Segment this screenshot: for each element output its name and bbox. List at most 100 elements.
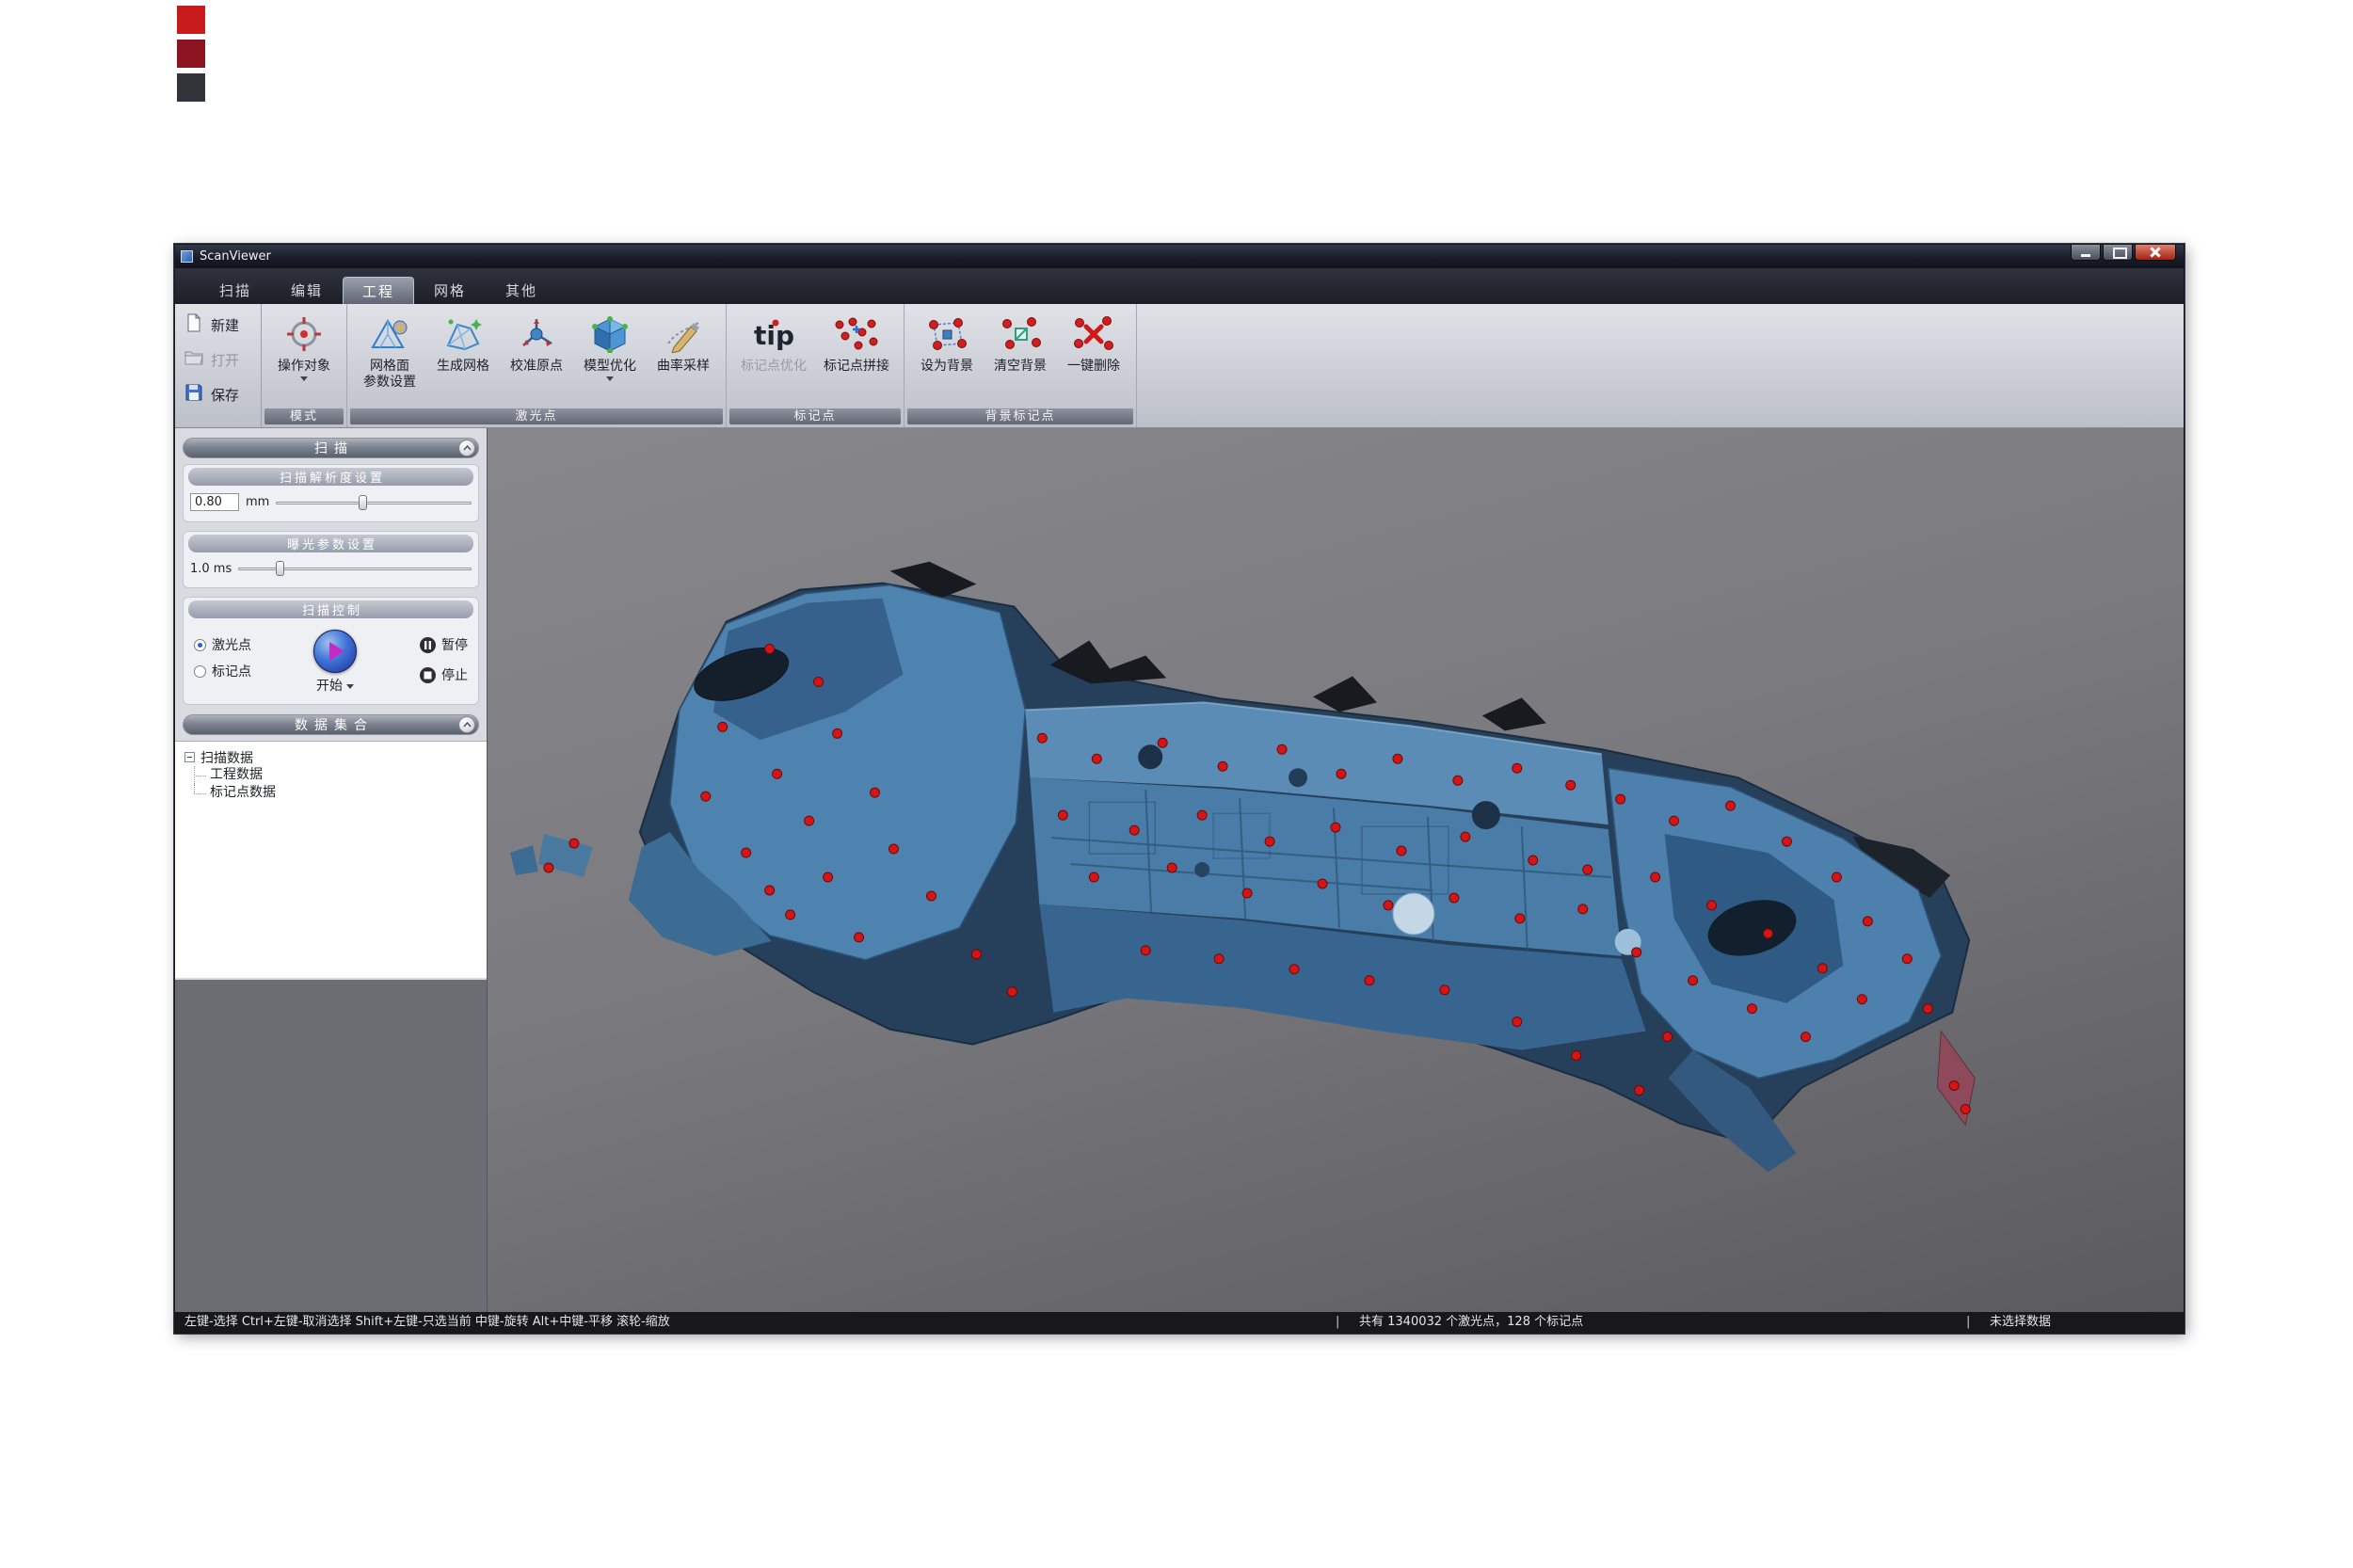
marker-stitch-button[interactable]: 标记点拼接	[815, 308, 898, 375]
tree-node-marker-data[interactable]: 标记点数据	[189, 784, 477, 802]
scan-marker-point[interactable]	[1337, 769, 1346, 778]
scan-marker-point[interactable]	[1949, 1081, 1959, 1091]
scan-marker-point[interactable]	[1214, 954, 1224, 964]
scan-marker-point[interactable]	[1007, 987, 1016, 997]
scan-marker-point[interactable]	[1707, 901, 1717, 910]
scan-marker-point[interactable]	[1863, 917, 1872, 926]
delete-markers-button[interactable]: 一键删除	[1057, 308, 1130, 375]
scan-marker-point[interactable]	[1513, 1017, 1522, 1027]
scan-marker-point[interactable]	[1158, 738, 1167, 747]
scan-marker-point[interactable]	[871, 788, 880, 797]
scan-marker-point[interactable]	[855, 933, 864, 942]
scan-marker-point[interactable]	[1726, 801, 1736, 810]
scan-marker-point[interactable]	[1651, 872, 1660, 882]
scan-marker-point[interactable]	[718, 722, 728, 731]
scan-marker-point[interactable]	[1197, 810, 1207, 820]
set-background-button[interactable]: 设为背景	[910, 308, 984, 375]
tab-mesh[interactable]: 网格	[414, 277, 486, 304]
scan-marker-point[interactable]	[1384, 901, 1393, 910]
resolution-slider[interactable]	[276, 494, 472, 511]
scan-marker-point[interactable]	[786, 910, 795, 920]
mesh-params-button[interactable]: 网格面 参数设置	[353, 308, 426, 391]
scan-marker-point[interactable]	[765, 886, 775, 895]
scan-marker-point[interactable]	[1801, 1032, 1810, 1042]
scan-marker-point[interactable]	[1289, 965, 1299, 974]
data-panel-header[interactable]: 数据集合	[183, 714, 479, 735]
scan-marker-point[interactable]	[1058, 810, 1067, 820]
save-button[interactable]: 保存	[181, 381, 255, 408]
scan-marker-point[interactable]	[1129, 825, 1139, 835]
scan-marker-point[interactable]	[1453, 776, 1463, 785]
scan-marker-point[interactable]	[1961, 1104, 1970, 1113]
tab-scan[interactable]: 扫描	[200, 277, 271, 304]
scan-marker-point[interactable]	[1365, 976, 1374, 985]
scan-marker-point[interactable]	[1635, 1086, 1644, 1096]
tree-collapse-icon[interactable]	[184, 752, 195, 762]
scan-marker-point[interactable]	[1461, 832, 1470, 841]
scan-marker-point[interactable]	[742, 848, 751, 857]
scan-marker-point[interactable]	[814, 677, 824, 686]
scan-marker-point[interactable]	[805, 816, 814, 825]
radio-laser-points[interactable]: 激光点	[194, 635, 251, 654]
scan-marker-point[interactable]	[1572, 1051, 1581, 1061]
scan-marker-point[interactable]	[833, 728, 842, 738]
scan-marker-point[interactable]	[926, 891, 936, 901]
titlebar[interactable]: ScanViewer	[175, 245, 2184, 268]
model-optimize-button[interactable]: 模型优化	[573, 308, 647, 381]
scan-marker-point[interactable]	[1578, 904, 1588, 914]
collapse-scan-panel-button[interactable]	[458, 440, 475, 456]
tab-project[interactable]: 工程	[343, 277, 414, 304]
scan-marker-point[interactable]	[1857, 995, 1866, 1004]
scan-marker-point[interactable]	[1748, 1004, 1757, 1014]
close-button[interactable]	[2135, 245, 2176, 261]
scan-marker-point[interactable]	[1782, 837, 1791, 846]
new-button[interactable]: 新建	[181, 312, 255, 338]
viewport-3d[interactable]	[488, 428, 2184, 1312]
stop-button[interactable]: 停止	[419, 665, 468, 684]
scan-marker-point[interactable]	[1902, 954, 1912, 964]
scan-marker-point[interactable]	[1817, 964, 1827, 973]
scan-marker-point[interactable]	[1923, 1004, 1932, 1014]
curvature-sample-button[interactable]: 曲率采样	[647, 308, 720, 375]
scan-marker-point[interactable]	[1277, 744, 1287, 754]
marker-optimize-button[interactable]: tip 标记点优化	[732, 308, 815, 375]
scan-marker-point[interactable]	[1663, 1032, 1673, 1042]
calibrate-origin-button[interactable]: 校准原点	[500, 308, 573, 375]
scan-marker-point[interactable]	[1318, 879, 1327, 888]
minimize-button[interactable]	[2071, 245, 2101, 261]
scan-marker-point[interactable]	[1689, 976, 1698, 985]
scan-marker-point[interactable]	[824, 872, 833, 882]
scan-marker-point[interactable]	[1218, 761, 1227, 771]
scan-marker-point[interactable]	[1583, 865, 1593, 874]
scan-marker-point[interactable]	[1167, 863, 1176, 872]
scan-marker-point[interactable]	[773, 769, 782, 778]
scan-marker-point[interactable]	[1616, 794, 1625, 804]
maximize-button[interactable]	[2103, 245, 2133, 261]
scan-model[interactable]	[510, 562, 1975, 1173]
tab-other[interactable]: 其他	[486, 277, 557, 304]
scan-marker-point[interactable]	[1529, 856, 1538, 865]
tree-node-scan-data[interactable]: 扫描数据	[184, 748, 477, 766]
tree-node-project-data[interactable]: 工程数据	[189, 766, 477, 784]
scan-marker-point[interactable]	[1089, 872, 1098, 882]
scan-marker-point[interactable]	[569, 839, 579, 848]
slider-thumb[interactable]	[276, 561, 284, 576]
scan-panel-header[interactable]: 扫描	[183, 438, 479, 458]
scan-marker-point[interactable]	[1670, 816, 1679, 825]
scan-marker-point[interactable]	[1566, 780, 1576, 790]
scan-marker-point[interactable]	[1092, 754, 1101, 763]
operate-target-button[interactable]: 操作对象	[267, 308, 341, 381]
scan-marker-point[interactable]	[1265, 837, 1274, 846]
scan-marker-point[interactable]	[1515, 914, 1525, 923]
exposure-slider[interactable]	[238, 560, 472, 577]
scan-marker-point[interactable]	[1513, 763, 1522, 773]
collapse-data-panel-button[interactable]	[458, 716, 475, 733]
scan-marker-point[interactable]	[1440, 985, 1449, 995]
radio-marker-points[interactable]: 标记点	[194, 662, 251, 680]
scan-marker-point[interactable]	[1037, 733, 1047, 743]
scan-marker-point[interactable]	[1763, 929, 1772, 938]
generate-mesh-button[interactable]: 生成网格	[426, 308, 500, 375]
scan-marker-point[interactable]	[1393, 754, 1402, 763]
scan-marker-point[interactable]	[1242, 888, 1252, 898]
scan-marker-point[interactable]	[765, 645, 775, 654]
